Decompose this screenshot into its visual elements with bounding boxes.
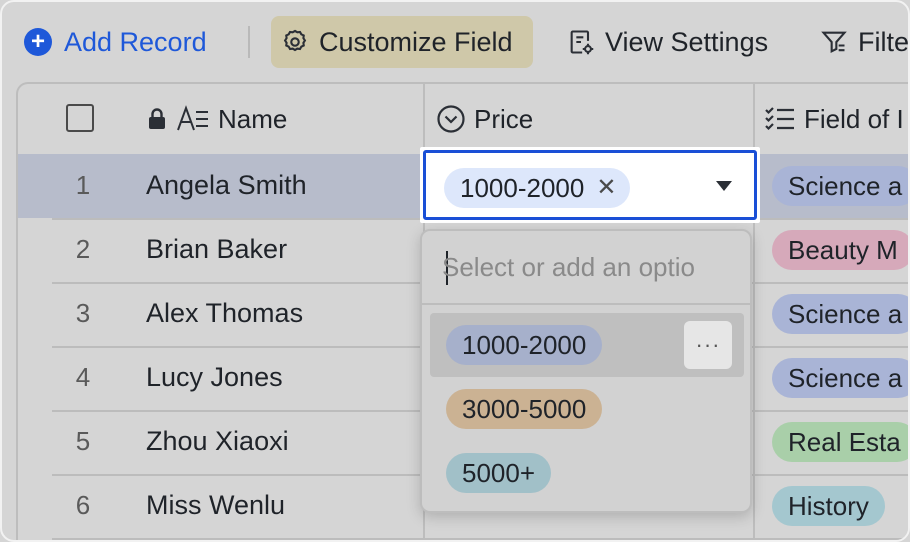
- option-tag: 1000-2000: [446, 325, 603, 365]
- gear-icon: [283, 29, 307, 52]
- row-number: 1: [75, 170, 91, 200]
- single-select-icon: [437, 105, 465, 133]
- app-frame: + Add Record Customize Field View Settin…: [0, 0, 910, 542]
- lock-icon: [149, 108, 165, 129]
- column-header-field-label: Field of I: [804, 103, 904, 134]
- document-settings-icon: [570, 30, 594, 55]
- name-cell[interactable]: Brian Baker: [146, 234, 287, 265]
- row-number: 5: [75, 426, 91, 456]
- name-cell[interactable]: Angela Smith: [146, 170, 307, 201]
- row-number: 3: [75, 298, 91, 328]
- text-field-icon: [177, 105, 208, 131]
- selected-price-label: 1000-2000: [460, 172, 585, 203]
- filter-label: Filte: [858, 26, 910, 57]
- option-search: [422, 231, 750, 305]
- more-options-button[interactable]: ···: [684, 321, 732, 369]
- dropdown-caret-icon[interactable]: [716, 181, 732, 191]
- option-tag: 5000+: [446, 453, 552, 493]
- select-all-checkbox[interactable]: [66, 104, 94, 132]
- row-divider: [52, 538, 908, 540]
- add-record-label: Add Record: [64, 26, 207, 57]
- name-cell[interactable]: Zhou Xiaoxi: [146, 426, 289, 457]
- remove-option-icon[interactable]: ✕: [596, 176, 616, 200]
- add-record-button[interactable]: + Add Record: [24, 16, 207, 68]
- option-item[interactable]: 3000-5000: [430, 377, 744, 441]
- column-header-name-label: Name: [218, 103, 288, 134]
- toolbar-divider: [248, 26, 250, 58]
- price-cell-editor[interactable]: 1000-2000 ✕: [420, 147, 760, 223]
- selected-price-chip[interactable]: 1000-2000 ✕: [444, 168, 631, 208]
- price-cell-editor-border[interactable]: 1000-2000 ✕: [423, 150, 757, 220]
- name-cell[interactable]: Miss Wenlu: [146, 490, 285, 521]
- row-number: 4: [75, 362, 91, 392]
- filter-icon: [821, 31, 847, 54]
- field-tag[interactable]: Science a: [772, 294, 908, 334]
- field-tag[interactable]: Science a: [772, 166, 908, 206]
- plus-circle-icon: +: [24, 28, 52, 56]
- option-dropdown: 1000-2000 ··· 3000-5000 5000+: [420, 229, 752, 513]
- row-number: 6: [75, 490, 91, 520]
- row-number: 2: [75, 234, 91, 264]
- name-cell[interactable]: Lucy Jones: [146, 362, 283, 393]
- field-tag[interactable]: Real Esta: [772, 422, 908, 462]
- option-item[interactable]: 1000-2000 ···: [430, 313, 744, 377]
- option-item[interactable]: 5000+: [430, 441, 744, 505]
- multi-select-icon: [765, 107, 794, 131]
- field-tag[interactable]: Beauty M: [772, 230, 908, 270]
- column-header-name[interactable]: Name: [146, 84, 287, 154]
- view-settings-label: View Settings: [605, 26, 769, 57]
- column-header-price-label: Price: [474, 103, 534, 134]
- option-search-input[interactable]: [442, 247, 738, 287]
- option-tag: 3000-5000: [446, 389, 603, 429]
- customize-field-label: Customize Field: [319, 26, 513, 57]
- filter-button[interactable]: Filte: [820, 16, 910, 68]
- name-cell[interactable]: Alex Thomas: [146, 298, 303, 329]
- toolbar: + Add Record Customize Field View Settin…: [2, 2, 910, 82]
- column-header-field[interactable]: Field of I: [764, 84, 904, 154]
- column-header-price[interactable]: Price: [436, 84, 533, 154]
- field-tag[interactable]: History: [772, 486, 885, 526]
- customize-field-button[interactable]: Customize Field: [271, 16, 533, 68]
- field-tag[interactable]: Science a: [772, 358, 908, 398]
- view-settings-button[interactable]: View Settings: [567, 16, 768, 68]
